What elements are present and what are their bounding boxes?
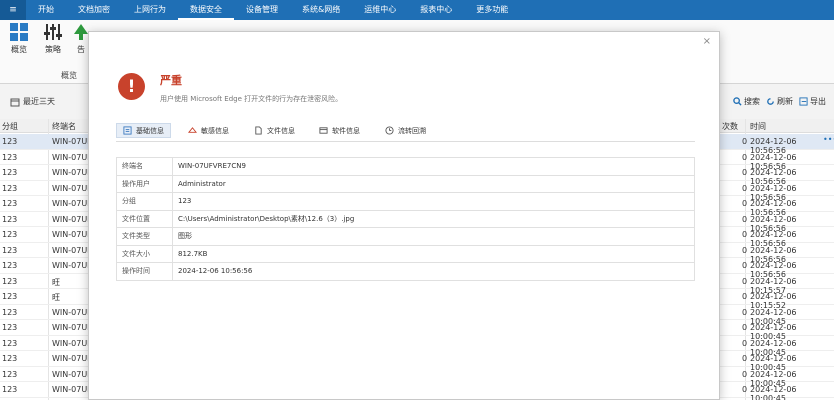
- tab-file-info-label: 文件信息: [267, 126, 295, 135]
- info-row: 终端名 WIN-07UFVRE7CN9: [116, 157, 695, 176]
- file-icon: [255, 126, 262, 135]
- alert-description: 用户使用 Microsoft Edge 打开文件的行为存在泄密风险。: [160, 95, 343, 103]
- tab-history-label: 流转回溯: [398, 126, 426, 135]
- severity-alert-icon: !: [118, 73, 145, 100]
- tab-basic-info[interactable]: 基础信息: [116, 123, 171, 138]
- basic-info-table: 终端名 WIN-07UFVRE7CN9 操作用户 Administrator 分组 123…: [116, 157, 695, 281]
- info-row: 文件位置 C:\Users\Administrator\Desktop\素材\12…: [116, 209, 695, 228]
- info-key: 文件位置: [116, 209, 173, 228]
- sensitive-icon: [188, 127, 197, 133]
- tab-sensitive-info-label: 敏感信息: [201, 126, 229, 135]
- info-value: C:\Users\Administrator\Desktop\素材\12.6（3…: [172, 209, 695, 228]
- info-icon: [123, 126, 132, 135]
- history-icon: [385, 126, 394, 135]
- alert-detail-dialog: × ! 严重 用户使用 Microsoft Edge 打开文件的行为存在泄密风险…: [88, 31, 720, 400]
- info-row: 分组 123: [116, 192, 695, 211]
- tab-basic-info-label: 基础信息: [136, 126, 164, 135]
- info-key: 文件大小: [116, 244, 173, 263]
- info-key: 终端名: [116, 157, 173, 176]
- close-icon[interactable]: ×: [703, 36, 711, 47]
- tab-sensitive-info[interactable]: 敏感信息: [182, 123, 235, 138]
- info-row: 文件类型 图形: [116, 227, 695, 246]
- info-value: WIN-07UFVRE7CN9: [172, 157, 695, 176]
- info-key: 分组: [116, 192, 173, 211]
- tab-software-info-label: 软件信息: [332, 126, 360, 135]
- info-value: Administrator: [172, 174, 695, 193]
- info-row: 操作时间 2024-12-06 10:56:56: [116, 262, 695, 281]
- info-row: 文件大小 812.7KB: [116, 244, 695, 263]
- info-key: 操作时间: [116, 262, 173, 281]
- tab-file-info[interactable]: 文件信息: [248, 123, 301, 138]
- info-value: 812.7KB: [172, 244, 695, 263]
- info-key: 文件类型: [116, 227, 173, 246]
- tab-software-info[interactable]: 软件信息: [313, 123, 366, 138]
- detail-tabs: 基础信息 敏感信息 文件信息 软件信息 流转回溯: [116, 120, 695, 142]
- info-value: 2024-12-06 10:56:56: [172, 262, 695, 281]
- info-value: 图形: [172, 227, 695, 246]
- modal-overlay: × ! 严重 用户使用 Microsoft Edge 打开文件的行为存在泄密风险…: [0, 0, 834, 400]
- software-icon: [319, 127, 328, 134]
- info-value: 123: [172, 192, 695, 211]
- tab-history[interactable]: 流转回溯: [379, 123, 432, 138]
- info-row: 操作用户 Administrator: [116, 174, 695, 193]
- severity-title: 严重: [160, 74, 182, 87]
- info-key: 操作用户: [116, 174, 173, 193]
